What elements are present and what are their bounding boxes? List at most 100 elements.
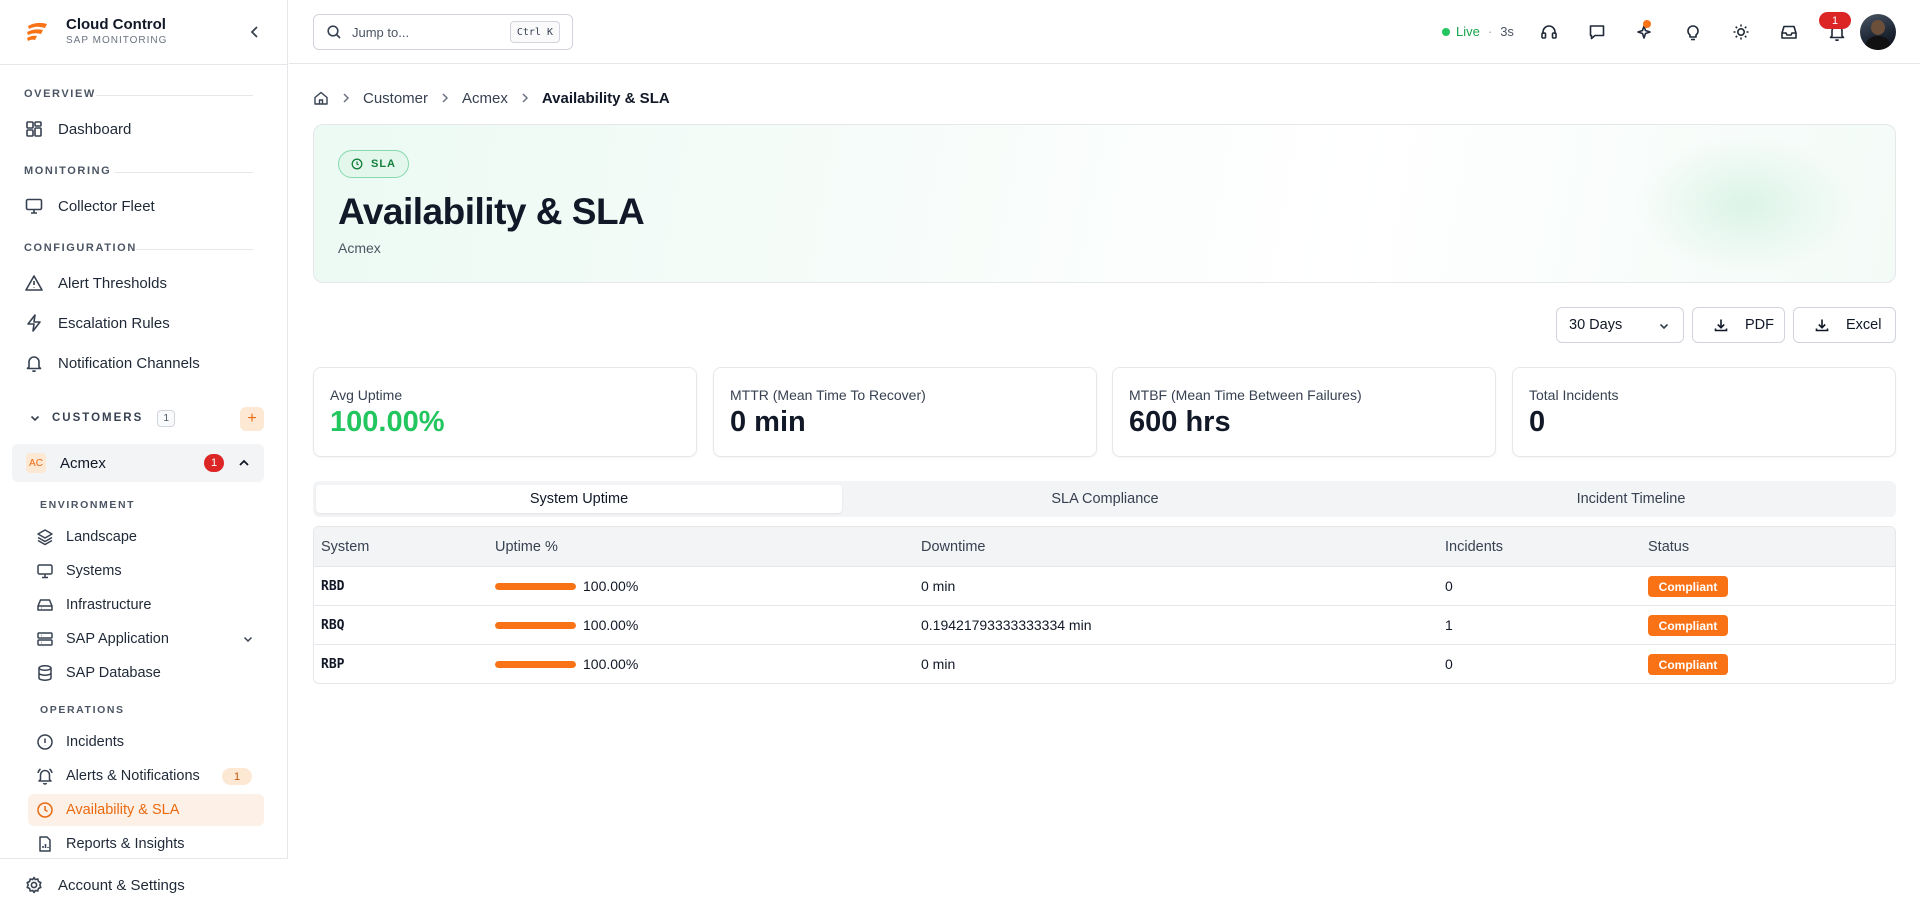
alerts-count-badge: 1	[222, 768, 252, 785]
downtime-value: 0 min	[921, 656, 956, 672]
sidebar-item-reports-insights[interactable]: Reports & Insights	[28, 828, 264, 860]
bell-ring-icon	[36, 767, 54, 785]
downtime-value: 0 min	[921, 578, 956, 594]
kpi-value: 100.00%	[330, 406, 445, 438]
customers-header[interactable]: CUSTOMERS 1 +	[12, 404, 264, 432]
export-pdf-button[interactable]: PDF	[1692, 307, 1785, 343]
sidebar-item-availability-sla[interactable]: Availability & SLA	[28, 794, 264, 826]
chevron-down-icon[interactable]	[242, 633, 254, 645]
notifications-count-badge: 1	[1819, 12, 1851, 29]
clock-icon	[351, 158, 363, 170]
brand-text: Cloud Control SAP MONITORING	[66, 16, 167, 48]
customer-alert-badge: 1	[204, 454, 224, 472]
search-input[interactable]: Jump to... Ctrl K	[313, 14, 573, 50]
lightbulb-icon[interactable]	[1683, 22, 1703, 42]
sidebar-item-dashboard[interactable]: Dashboard	[12, 113, 264, 145]
brand[interactable]: Cloud Control SAP MONITORING	[0, 0, 287, 64]
incidents-value: 0	[1445, 656, 1453, 672]
export-excel-label: Excel	[1846, 317, 1882, 333]
tab-system-uptime[interactable]: System Uptime	[316, 485, 842, 513]
chat-icon[interactable]	[1587, 22, 1607, 42]
headset-icon[interactable]	[1539, 22, 1559, 42]
column-header-uptime: Uptime %	[495, 539, 558, 555]
sidebar-item-incidents[interactable]: Incidents	[28, 726, 264, 758]
status-badge: Compliant	[1648, 654, 1728, 675]
uptime-bar-fill	[495, 622, 576, 629]
inbox-icon[interactable]	[1779, 22, 1799, 42]
refresh-interval: 3s	[1500, 24, 1514, 39]
chevron-up-icon[interactable]	[236, 455, 252, 471]
clock-icon	[36, 801, 54, 819]
sidebar-item-notification-channels[interactable]: Notification Channels	[12, 347, 264, 379]
breadcrumb-acmex[interactable]: Acmex	[462, 90, 508, 107]
sidebar-item-label: Dashboard	[58, 120, 132, 138]
layers-icon	[36, 528, 54, 546]
table-row[interactable]: RBD 100.00% 0 min 0 Compliant	[314, 567, 1895, 606]
user-avatar[interactable]	[1860, 14, 1896, 50]
sidebar-item-label: Alert Thresholds	[58, 274, 167, 292]
page-header-card: SLA Availability & SLA Acmex	[313, 124, 1896, 283]
chevron-down-icon	[1659, 323, 1669, 330]
home-icon[interactable]	[313, 90, 329, 106]
uptime-value: 100.00%	[583, 617, 639, 633]
table-row[interactable]: RBP 100.00% 0 min 0 Compliant	[314, 645, 1895, 683]
sidebar-item-sap-application[interactable]: SAP Application	[28, 623, 264, 655]
kpi-card-mtbf: MTBF (Mean Time Between Failures) 600 hr…	[1112, 367, 1496, 457]
sidebar-item-label: SAP Database	[66, 665, 161, 681]
customer-name: Acmex	[60, 454, 106, 472]
date-range-select[interactable]: 30 Days	[1556, 307, 1684, 343]
kpi-value: 0 min	[730, 406, 806, 438]
system-id: RBP	[321, 657, 345, 672]
chevron-down-icon[interactable]	[28, 411, 42, 425]
search-placeholder: Jump to...	[352, 24, 410, 40]
customer-avatar: AC	[26, 453, 46, 473]
status-badge: Compliant	[1648, 615, 1728, 636]
export-pdf-label: PDF	[1745, 317, 1774, 333]
warning-triangle-icon	[24, 273, 44, 293]
breadcrumb-current: Availability & SLA	[541, 89, 670, 107]
sidebar-item-label: Availability & SLA	[66, 802, 180, 818]
uptime-table: System Uptime % Downtime Incidents Statu…	[313, 526, 1896, 684]
table-row[interactable]: RBQ 100.00% 0.19421793333333334 min 1 Co…	[314, 606, 1895, 645]
divider	[0, 64, 287, 65]
incidents-value: 1	[1445, 617, 1453, 633]
tab-incident-timeline[interactable]: Incident Timeline	[1368, 485, 1894, 513]
uptime-bar	[495, 622, 576, 629]
sidebar-item-label: Landscape	[66, 529, 137, 545]
sidebar-item-infrastructure[interactable]: Infrastructure	[28, 589, 264, 621]
account-settings-button[interactable]: Account & Settings	[0, 858, 288, 911]
sidebar-item-label: Alerts & Notifications	[66, 768, 200, 784]
kpi-label: Avg Uptime	[330, 387, 403, 403]
sidebar-item-alert-thresholds[interactable]: Alert Thresholds	[12, 267, 264, 299]
kpi-label: MTBF (Mean Time Between Failures)	[1129, 387, 1362, 403]
sidebar-item-sap-database[interactable]: SAP Database	[28, 657, 264, 689]
add-customer-button[interactable]: +	[240, 407, 264, 431]
column-header-system: System	[321, 539, 370, 555]
live-status-dot	[1442, 27, 1450, 36]
kpi-value: 600 hrs	[1129, 406, 1231, 438]
kpi-label: Total Incidents	[1529, 387, 1619, 403]
sidebar-item-systems[interactable]: Systems	[28, 555, 264, 587]
column-header-incidents: Incidents	[1445, 539, 1504, 555]
live-indicator[interactable]: Live · 3s	[1442, 24, 1514, 39]
sidebar-item-label: Reports & Insights	[66, 836, 185, 852]
customer-item-acmex[interactable]: AC Acmex 1	[12, 444, 264, 482]
export-excel-button[interactable]: Excel	[1793, 307, 1896, 343]
sidebar-item-collector-fleet[interactable]: Collector Fleet	[12, 190, 264, 222]
sidebar-item-alerts-notifications[interactable]: Alerts & Notifications 1	[28, 760, 264, 792]
download-icon	[1714, 319, 1728, 332]
sla-tag-label: SLA	[371, 158, 396, 170]
kpi-card-avg-uptime: Avg Uptime 100.00%	[313, 367, 697, 457]
tab-sla-compliance[interactable]: SLA Compliance	[842, 485, 1368, 513]
monitor-icon	[24, 196, 44, 216]
page-subtitle: Acmex	[338, 240, 381, 256]
sidebar-item-escalation-rules[interactable]: Escalation Rules	[12, 307, 264, 339]
sun-icon[interactable]	[1731, 22, 1751, 42]
tab-list: System Uptime SLA Compliance Incident Ti…	[313, 481, 1896, 517]
dashboard-icon	[24, 119, 44, 139]
breadcrumb-customer[interactable]: Customer	[363, 90, 428, 107]
divider	[96, 95, 253, 96]
sidebar-item-landscape[interactable]: Landscape	[28, 521, 264, 553]
sidebar-item-label: Escalation Rules	[58, 314, 170, 332]
collapse-sidebar-icon[interactable]	[245, 22, 265, 42]
